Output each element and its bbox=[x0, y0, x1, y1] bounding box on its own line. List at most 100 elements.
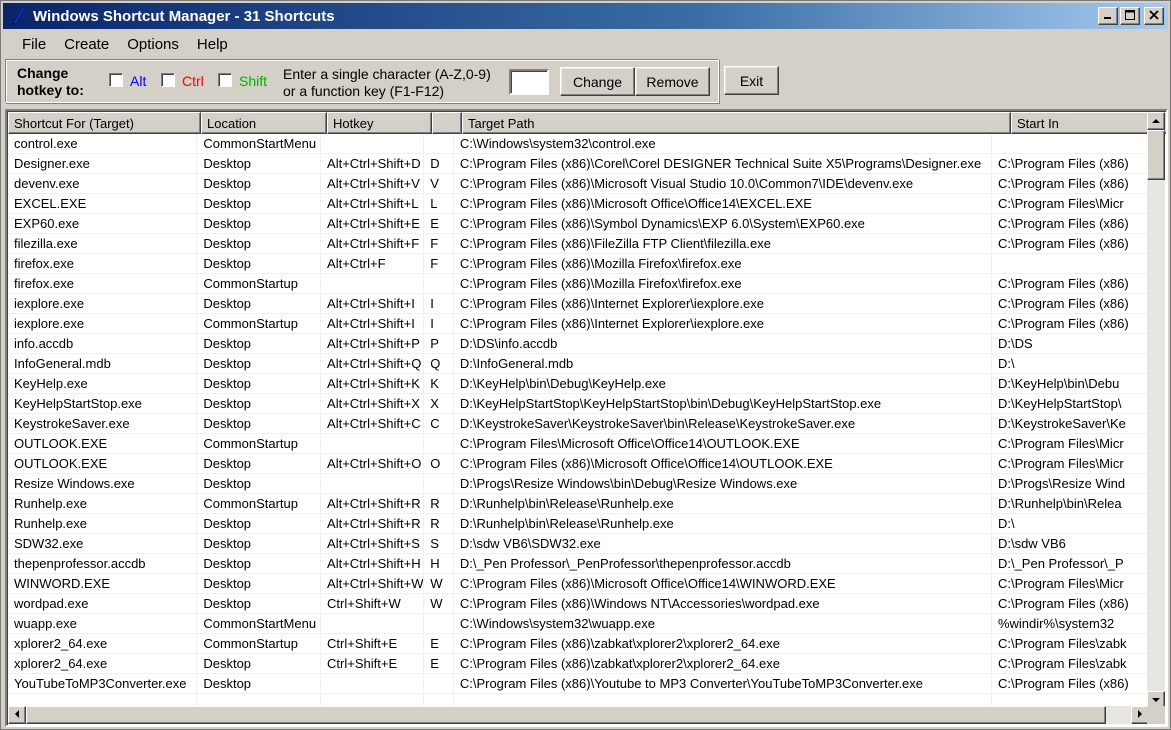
cell-location: Desktop bbox=[197, 174, 322, 194]
cell-start-in: C:\Program Files (x86) bbox=[992, 674, 1149, 694]
cell-location: Desktop bbox=[197, 214, 322, 234]
cell-target-path: C:\Program Files (x86)\Windows NT\Access… bbox=[454, 594, 992, 614]
cell-key: E bbox=[424, 214, 454, 234]
feather-pen-icon bbox=[9, 7, 27, 25]
table-row[interactable]: EXCEL.EXE Desktop Alt+Ctrl+Shift+L L C:\Prog… bbox=[8, 194, 1149, 214]
cell-hotkey: Alt+Ctrl+Shift+X bbox=[321, 394, 425, 414]
column-location[interactable]: Location bbox=[201, 112, 327, 134]
maximize-button[interactable] bbox=[1120, 7, 1140, 25]
minimize-button[interactable] bbox=[1098, 7, 1118, 25]
menu-create[interactable]: Create bbox=[55, 34, 118, 55]
table-row[interactable]: filezilla.exe Desktop Alt+Ctrl+Shift+F F C:\… bbox=[8, 234, 1149, 254]
table-row[interactable]: Runhelp.exe Desktop Alt+Ctrl+Shift+R R D:\Ru… bbox=[8, 514, 1149, 534]
column-key[interactable] bbox=[432, 112, 462, 134]
shortcut-list[interactable]: Shortcut For (Target) Location Hotkey Ta… bbox=[5, 109, 1168, 727]
column-target-path[interactable]: Target Path bbox=[462, 112, 1011, 134]
table-row[interactable]: iexplore.exe CommonStartup Alt+Ctrl+Shift+… bbox=[8, 314, 1149, 334]
table-row[interactable]: EXP60.exe Desktop Alt+Ctrl+Shift+E E C:\Prog… bbox=[8, 214, 1149, 234]
hotkey-character-input[interactable] bbox=[509, 69, 549, 95]
column-start-in[interactable]: Start In bbox=[1011, 112, 1166, 134]
cell-start-in: C:\Program Files\zabk bbox=[992, 634, 1149, 654]
cell-hotkey: Alt+Ctrl+Shift+O bbox=[321, 454, 425, 474]
cell-start-in: C:\Program Files\Micr bbox=[992, 454, 1149, 474]
remove-button[interactable]: Remove bbox=[635, 67, 710, 96]
cell-shortcut-for: firefox.exe bbox=[8, 274, 198, 294]
title-bar[interactable]: Windows Shortcut Manager - 31 Shortcuts bbox=[3, 3, 1168, 29]
exit-button[interactable]: Exit bbox=[724, 66, 779, 95]
cell-start-in bbox=[992, 254, 1149, 274]
arrow-left-icon bbox=[14, 710, 20, 720]
table-row[interactable]: devenv.exe Desktop Alt+Ctrl+Shift+V V C:\Pro… bbox=[8, 174, 1149, 194]
table-row[interactable]: OUTLOOK.EXE CommonStartup C:\Program Files… bbox=[8, 434, 1149, 454]
menu-bar: File Create Options Help bbox=[3, 31, 1168, 57]
column-hotkey[interactable]: Hotkey bbox=[327, 112, 432, 134]
hotkey-instructions-line1: Enter a single character (A-Z,0-9) bbox=[283, 66, 491, 82]
cell-target-path: C:\Program Files (x86)\Microsoft Office\… bbox=[454, 454, 992, 474]
table-row[interactable]: KeyHelpStartStop.exe Desktop Alt+Ctrl+Shif… bbox=[8, 394, 1149, 414]
menu-options[interactable]: Options bbox=[118, 34, 188, 55]
cell-shortcut-for: wuapp.exe bbox=[8, 614, 198, 634]
table-row[interactable]: Resize Windows.exe Desktop D:\Progs\Resize… bbox=[8, 474, 1149, 494]
table-row[interactable]: thepenprofessor.accdb Desktop Alt+Ctrl+Shi… bbox=[8, 554, 1149, 574]
ctrl-label[interactable]: Ctrl bbox=[182, 73, 204, 89]
scroll-up-button[interactable] bbox=[1147, 112, 1165, 130]
ctrl-checkbox[interactable] bbox=[161, 73, 175, 87]
cell-key: I bbox=[424, 294, 454, 314]
cell-hotkey: Alt+Ctrl+Shift+E bbox=[321, 214, 425, 234]
shift-checkbox[interactable] bbox=[218, 73, 232, 87]
close-button[interactable] bbox=[1144, 7, 1164, 25]
cell-shortcut-for: wordpad.exe bbox=[8, 594, 198, 614]
cell-target-path: C:\Program Files (x86)\Mozilla Firefox\f… bbox=[454, 274, 992, 294]
table-row[interactable]: OUTLOOK.EXE Desktop Alt+Ctrl+Shift+O O C:\Pr… bbox=[8, 454, 1149, 474]
cell-location: Desktop bbox=[197, 654, 322, 674]
table-row[interactable]: WINWORD.EXE Desktop Alt+Ctrl+Shift+W W C:\Pr… bbox=[8, 574, 1149, 594]
column-shortcut-for[interactable]: Shortcut For (Target) bbox=[8, 112, 201, 134]
table-row[interactable]: xplorer2_64.exe CommonStartup Ctrl+Shift+E… bbox=[8, 634, 1149, 654]
table-row[interactable]: InfoGeneral.mdb Desktop Alt+Ctrl+Shift+Q Q D… bbox=[8, 354, 1149, 374]
cell-hotkey: Alt+Ctrl+Shift+P bbox=[321, 334, 425, 354]
alt-checkbox[interactable] bbox=[109, 73, 123, 87]
cell-location: Desktop bbox=[197, 674, 322, 694]
table-row[interactable]: firefox.exe CommonStartup C:\Program Files… bbox=[8, 274, 1149, 294]
cell-target-path: C:\Program Files (x86)\FileZilla FTP Cli… bbox=[454, 234, 992, 254]
table-row[interactable]: iexplore.exe Desktop Alt+Ctrl+Shift+I I C:\P… bbox=[8, 294, 1149, 314]
menu-file[interactable]: File bbox=[13, 34, 55, 55]
cell-location: Desktop bbox=[197, 594, 322, 614]
list-header: Shortcut For (Target) Location Hotkey Ta… bbox=[8, 112, 1166, 134]
cell-start-in: D:\ bbox=[992, 354, 1149, 374]
table-row[interactable]: KeystrokeSaver.exe Desktop Alt+Ctrl+Shift+… bbox=[8, 414, 1149, 434]
cell-start-in: D:\KeyHelpStartStop\ bbox=[992, 394, 1149, 414]
change-button[interactable]: Change bbox=[560, 67, 635, 96]
table-row[interactable]: firefox.exe Desktop Alt+Ctrl+F F C:\Program … bbox=[8, 254, 1149, 274]
table-row[interactable]: xplorer2_64.exe Desktop Ctrl+Shift+E E C:\Pr… bbox=[8, 654, 1149, 674]
table-row[interactable]: SDW32.exe Desktop Alt+Ctrl+Shift+S S D:\sdw … bbox=[8, 534, 1149, 554]
scroll-left-button[interactable] bbox=[8, 706, 26, 724]
vertical-scrollbar[interactable] bbox=[1147, 112, 1165, 709]
cell-hotkey bbox=[321, 674, 425, 694]
table-row[interactable]: YouTubeToMP3Converter.exe Desktop C:\Progr… bbox=[8, 674, 1149, 694]
table-row[interactable]: wordpad.exe Desktop Ctrl+Shift+W W C:\Progra… bbox=[8, 594, 1149, 614]
cell-target-path: D:\_Pen Professor\_PenProfessor\thepenpr… bbox=[454, 554, 992, 574]
cell-key: E bbox=[424, 654, 454, 674]
table-row[interactable]: Runhelp.exe CommonStartup Alt+Ctrl+Shift+R… bbox=[8, 494, 1149, 514]
table-row[interactable]: wuapp.exe CommonStartMenu C:\Windows\syste… bbox=[8, 614, 1149, 634]
shift-label[interactable]: Shift bbox=[239, 73, 267, 89]
cell-hotkey: Alt+Ctrl+Shift+Q bbox=[321, 354, 425, 374]
table-row[interactable]: info.accdb Desktop Alt+Ctrl+Shift+P P D:\DS\… bbox=[8, 334, 1149, 354]
cell-target-path: C:\Windows\system32\wuapp.exe bbox=[454, 614, 992, 634]
table-row[interactable]: Designer.exe Desktop Alt+Ctrl+Shift+D D C:\P… bbox=[8, 154, 1149, 174]
horizontal-scrollbar[interactable] bbox=[8, 706, 1149, 724]
vertical-scroll-thumb[interactable] bbox=[1147, 130, 1165, 180]
cell-target-path: C:\Program Files (x86)\zabkat\xplorer2\x… bbox=[454, 654, 992, 674]
cell-hotkey: Alt+Ctrl+Shift+L bbox=[321, 194, 425, 214]
table-row[interactable]: KeyHelp.exe Desktop Alt+Ctrl+Shift+K K D:\Ke… bbox=[8, 374, 1149, 394]
cell-start-in: D:\KeystrokeSaver\Ke bbox=[992, 414, 1149, 434]
table-row[interactable]: control.exe CommonStartMenu C:\Windows\sys… bbox=[8, 134, 1149, 154]
cell-start-in: C:\Program Files (x86) bbox=[992, 314, 1149, 334]
horizontal-scroll-thumb[interactable] bbox=[26, 706, 1106, 724]
alt-label[interactable]: Alt bbox=[130, 73, 146, 89]
cell-location: Desktop bbox=[197, 294, 322, 314]
cell-target-path: D:\Runhelp\bin\Release\Runhelp.exe bbox=[454, 494, 992, 514]
close-icon bbox=[1149, 10, 1159, 22]
menu-help[interactable]: Help bbox=[188, 34, 237, 55]
